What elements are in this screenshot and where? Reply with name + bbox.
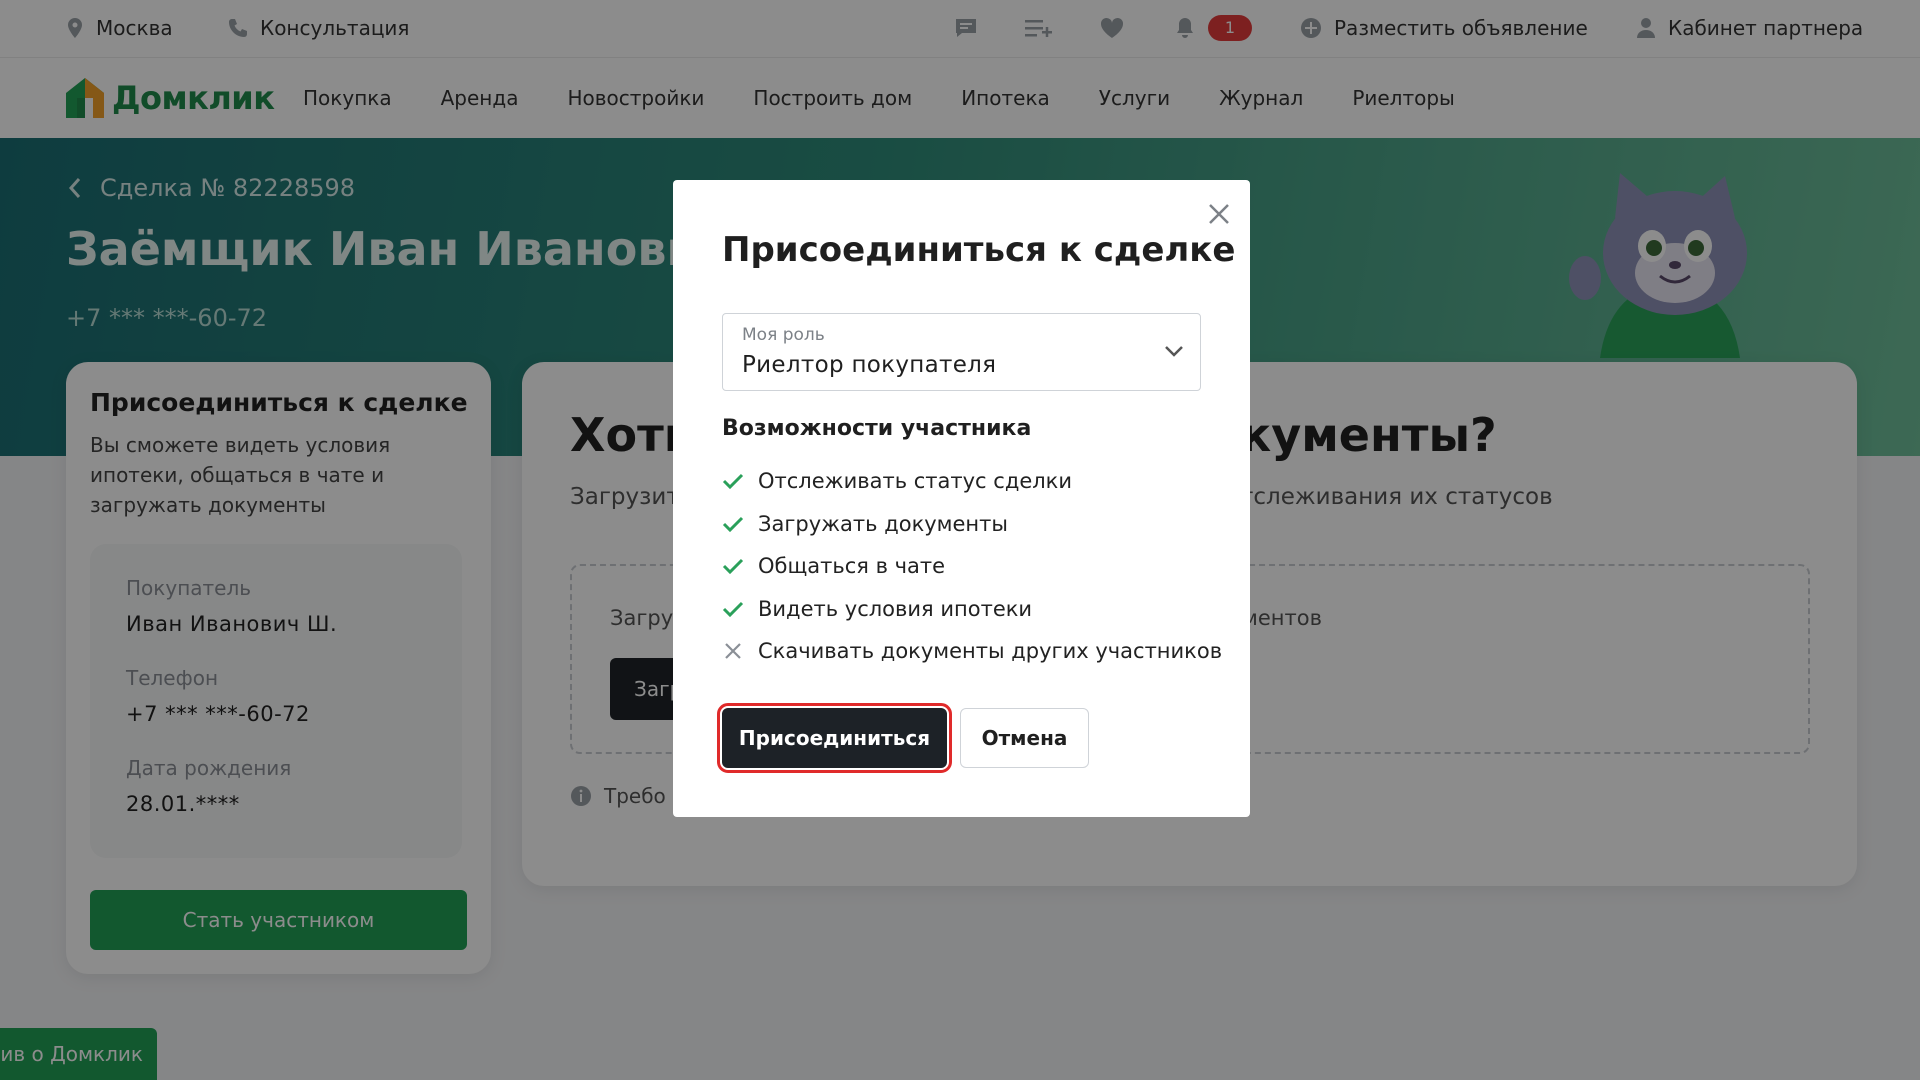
cross-icon	[722, 640, 744, 662]
join-button[interactable]: Присоединиться	[717, 703, 952, 773]
check-icon	[722, 598, 744, 620]
capability-text: Общаться в чате	[758, 554, 946, 579]
capability-text: Видеть условия ипотеки	[758, 596, 1033, 621]
close-icon[interactable]	[1203, 198, 1235, 230]
join-deal-modal: Присоединиться к сделке Моя роль Риелтор…	[673, 180, 1250, 817]
capability-text: Скачивать документы других участников	[758, 639, 1223, 664]
check-icon	[722, 555, 744, 577]
capability-item: Общаться в чате	[722, 545, 1222, 588]
cancel-button[interactable]: Отмена	[960, 708, 1089, 768]
capabilities-title: Возможности участника	[722, 416, 1032, 441]
capability-item: Загружать документы	[722, 503, 1222, 546]
capability-item: Видеть условия ипотеки	[722, 588, 1222, 631]
check-icon	[722, 470, 744, 492]
check-icon	[722, 513, 744, 535]
capability-text: Отслеживать статус сделки	[758, 469, 1073, 494]
capability-text: Загружать документы	[758, 511, 1008, 536]
chevron-down-icon	[1163, 340, 1185, 362]
capability-item: Отслеживать статус сделки	[722, 460, 1222, 503]
modal-title: Присоединиться к сделке	[722, 230, 1236, 270]
role-select[interactable]: Моя роль Риелтор покупателя	[722, 313, 1201, 391]
role-select-label: Моя роль	[742, 325, 825, 345]
capabilities-list: Отслеживать статус сделки Загружать доку…	[722, 460, 1222, 673]
capability-item: Скачивать документы других участников	[722, 630, 1222, 673]
role-select-value: Риелтор покупателя	[742, 352, 997, 378]
